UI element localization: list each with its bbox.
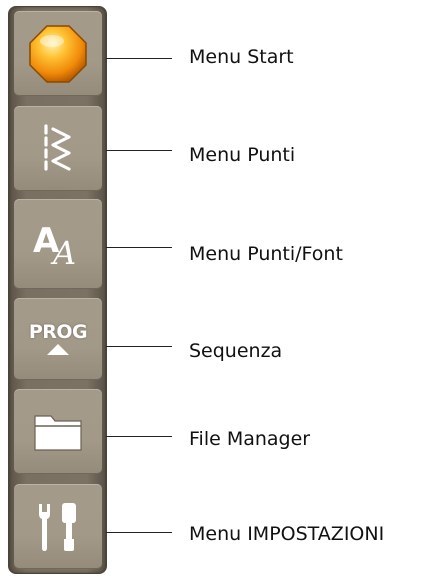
settings-menu-button[interactable]: [14, 484, 102, 569]
label-menu-impostazioni: Menu IMPOSTAZIONI: [189, 523, 385, 545]
start-menu-button[interactable]: [14, 11, 102, 96]
label-file-manager: File Manager: [189, 428, 311, 450]
folder-icon: [32, 410, 84, 454]
leader-line-settings: [106, 532, 172, 533]
label-sequenza: Sequenza: [189, 340, 283, 362]
sequence-button[interactable]: PROG: [14, 298, 102, 380]
leader-line-stitch: [106, 150, 172, 151]
stitch-zigzag-icon: [36, 123, 80, 175]
settings-tools-icon: [31, 500, 85, 554]
leader-line-sequence: [106, 346, 172, 347]
sewing-toolbar: A A PROG: [8, 6, 107, 574]
leader-line-font: [106, 247, 172, 248]
label-menu-start: Menu Start: [189, 46, 294, 68]
svg-text:A: A: [50, 234, 76, 270]
file-manager-button[interactable]: [14, 389, 102, 474]
prog-sequence-icon: [46, 343, 70, 357]
label-menu-punti-font: Menu Punti/Font: [189, 243, 343, 265]
leader-line-start: [106, 58, 172, 59]
leader-line-file-manager: [106, 436, 172, 437]
stitch-menu-button[interactable]: [14, 106, 102, 191]
prog-label: PROG: [28, 321, 88, 343]
start-orb-icon: [27, 23, 89, 85]
label-menu-punti: Menu Punti: [189, 144, 296, 166]
font-letter-icon: A A: [29, 218, 87, 270]
stitch-font-menu-button[interactable]: A A: [14, 199, 102, 289]
